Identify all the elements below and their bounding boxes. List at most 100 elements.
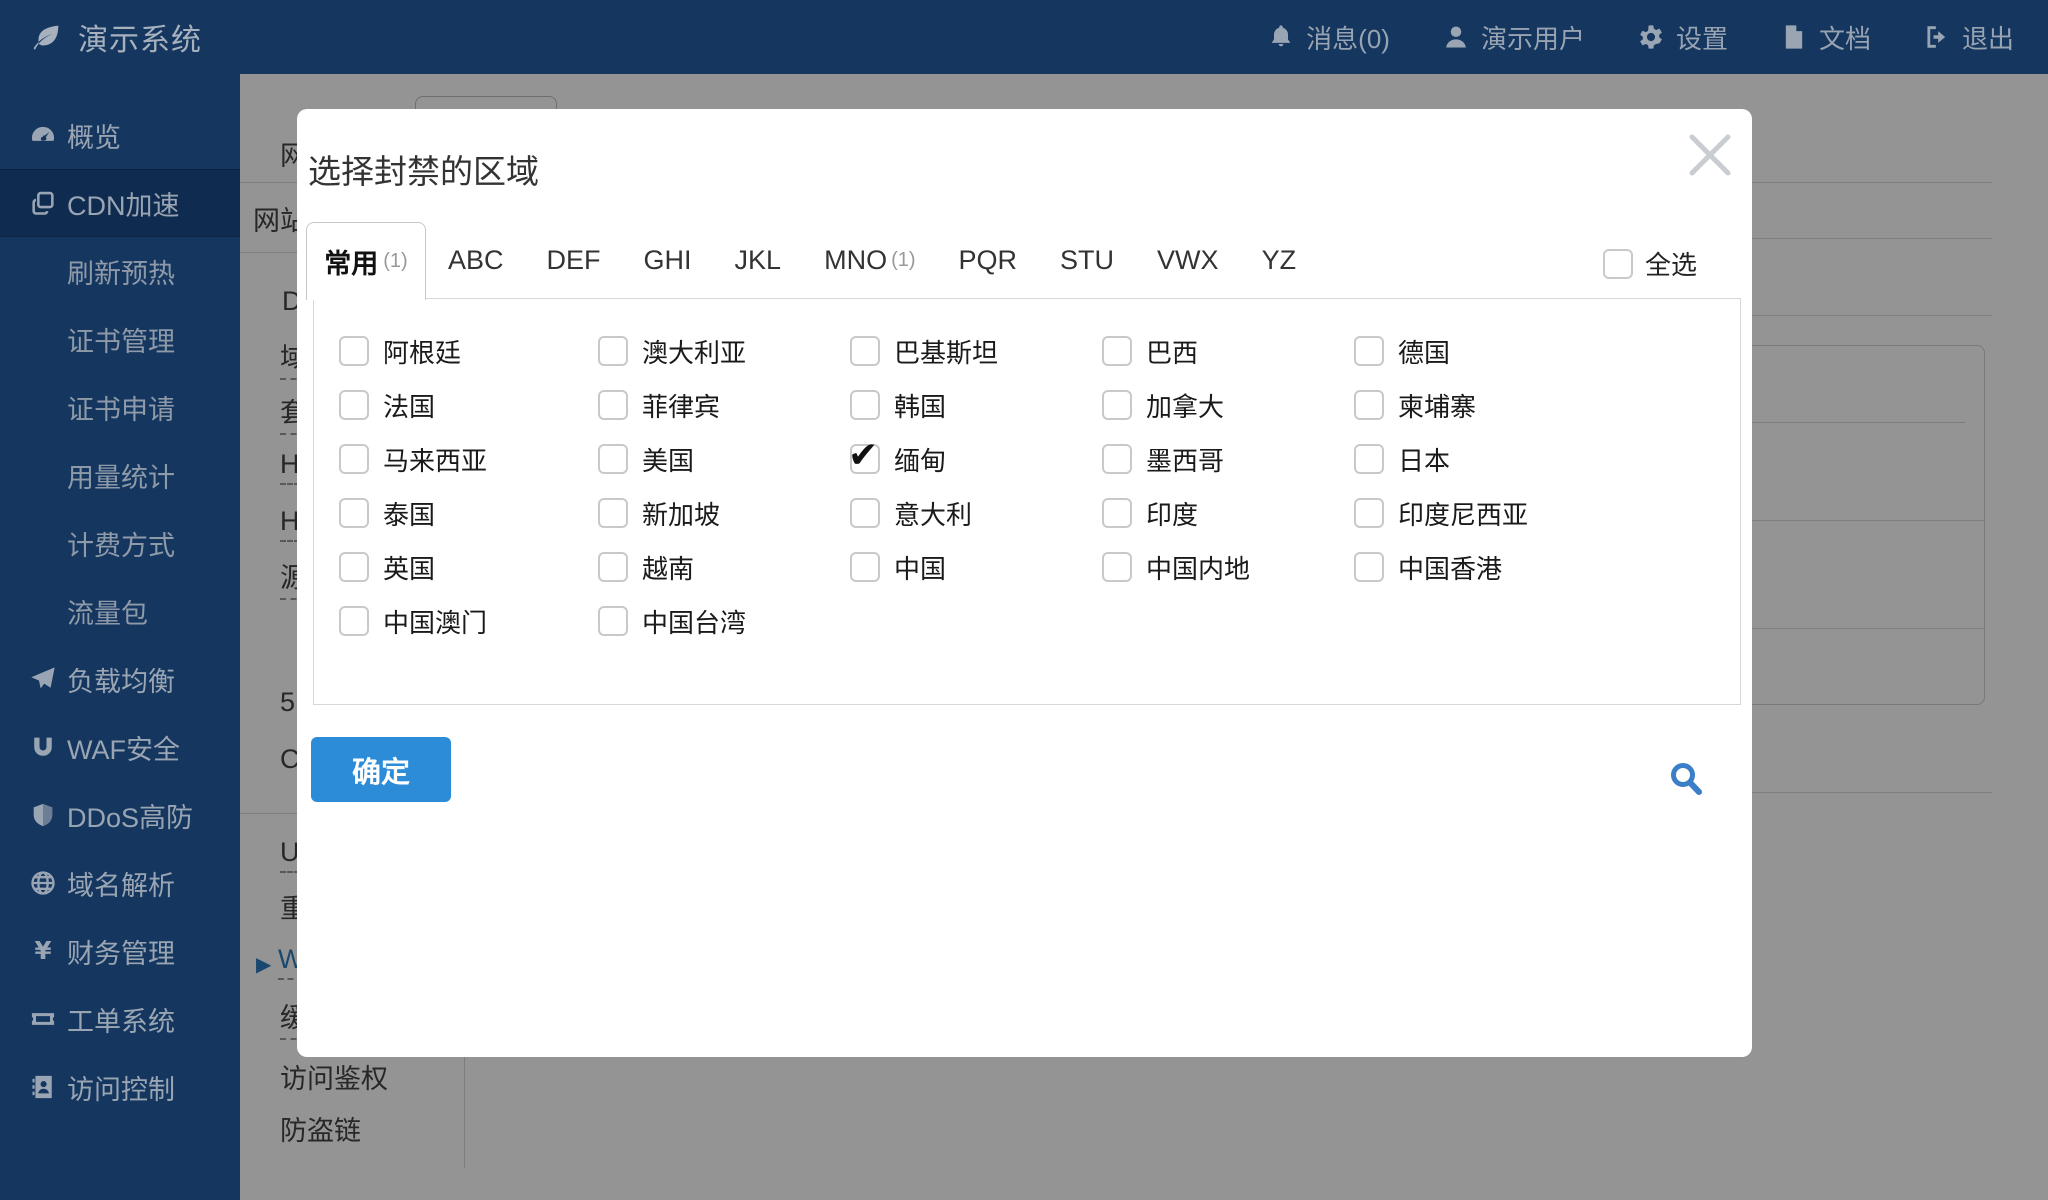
address-book-icon — [29, 1073, 57, 1101]
nav-item-label: 消息(0) — [1306, 19, 1390, 56]
country-checkbox-缅甸[interactable]: ✔缅甸 — [850, 441, 1102, 478]
globe-icon — [29, 869, 57, 897]
checkbox[interactable] — [598, 498, 628, 528]
tab-common[interactable]: 常用 (1) — [306, 222, 426, 300]
checkbox[interactable] — [598, 552, 628, 582]
checkbox[interactable] — [1354, 498, 1384, 528]
sidebar-subitem-用量统计[interactable]: 用量统计 — [0, 441, 240, 509]
country-checkbox-日本[interactable]: 日本 — [1354, 441, 1740, 478]
checkbox[interactable] — [339, 444, 369, 474]
country-checkbox-巴基斯坦[interactable]: 巴基斯坦 — [850, 333, 1102, 370]
sidebar-item-负载均衡[interactable]: 负载均衡 — [0, 645, 240, 713]
nav-item-[interactable]: 文档 — [1780, 19, 1871, 56]
checkbox[interactable] — [598, 444, 628, 474]
country-checkbox-巴西[interactable]: 巴西 — [1102, 333, 1354, 370]
sidebar-item-域名解析[interactable]: 域名解析 — [0, 849, 240, 917]
country-checkbox-越南[interactable]: 越南 — [598, 549, 850, 586]
tab-DEF[interactable]: DEF — [547, 245, 601, 276]
tab-JKL[interactable]: JKL — [735, 245, 782, 276]
nav-item-[interactable]: 演示用户 — [1442, 19, 1585, 56]
app-brand: 演示系统 — [0, 15, 202, 59]
nav-item-[interactable]: 设置 — [1637, 19, 1728, 56]
country-checkbox-中国[interactable]: 中国 — [850, 549, 1102, 586]
checkbox[interactable] — [1102, 552, 1132, 582]
dashboard-icon — [29, 121, 57, 149]
checkbox[interactable] — [850, 390, 880, 420]
country-checkbox-中国台湾[interactable]: 中国台湾 — [598, 603, 850, 640]
country-checkbox-中国香港[interactable]: 中国香港 — [1354, 549, 1740, 586]
checkbox[interactable] — [1102, 444, 1132, 474]
tab-bar: ABC DEF GHI JKL MNO(1) PQR STU VWX YZ — [448, 222, 1296, 299]
checkbox-checked[interactable]: ✔ — [850, 444, 880, 474]
checkbox[interactable] — [850, 552, 880, 582]
close-icon[interactable] — [1687, 132, 1733, 178]
country-checkbox-墨西哥[interactable]: 墨西哥 — [1102, 441, 1354, 478]
checkbox[interactable] — [598, 336, 628, 366]
country-checkbox-美国[interactable]: 美国 — [598, 441, 850, 478]
checkbox[interactable] — [850, 336, 880, 366]
country-checkbox-马来西亚[interactable]: 马来西亚 — [339, 441, 598, 478]
user-icon — [1442, 23, 1470, 51]
sidebar-item-CDN加速[interactable]: CDN加速 — [0, 169, 240, 237]
nav-item-[interactable]: 退出 — [1923, 19, 2014, 56]
country-checkbox-中国澳门[interactable]: 中国澳门 — [339, 603, 598, 640]
checkbox[interactable] — [339, 552, 369, 582]
country-checkbox-加拿大[interactable]: 加拿大 — [1102, 387, 1354, 424]
sidebar: 概览CDN加速刷新预热证书管理证书申请用量统计计费方式流量包负载均衡WAF安全D… — [0, 74, 240, 1200]
country-checkbox-印度[interactable]: 印度 — [1102, 495, 1354, 532]
checkbox[interactable] — [1603, 249, 1633, 279]
confirm-button[interactable]: 确定 — [311, 737, 451, 802]
tab-STU[interactable]: STU — [1060, 245, 1114, 276]
checkbox[interactable] — [1354, 444, 1384, 474]
sidebar-subitem-流量包[interactable]: 流量包 — [0, 577, 240, 645]
sidebar-item-概览[interactable]: 概览 — [0, 101, 240, 169]
nav-item-0[interactable]: 消息(0) — [1267, 19, 1390, 56]
country-checkbox-韩国[interactable]: 韩国 — [850, 387, 1102, 424]
tab-PQR[interactable]: PQR — [959, 245, 1018, 276]
checkbox[interactable] — [1102, 390, 1132, 420]
tab-MNO[interactable]: MNO(1) — [824, 245, 915, 276]
country-checkbox-泰国[interactable]: 泰国 — [339, 495, 598, 532]
checkbox[interactable] — [598, 390, 628, 420]
tab-VWX[interactable]: VWX — [1157, 245, 1219, 276]
sidebar-subitem-计费方式[interactable]: 计费方式 — [0, 509, 240, 577]
select-all-checkbox[interactable]: 全选 — [1603, 245, 1697, 282]
checkbox[interactable] — [339, 498, 369, 528]
country-checkbox-中国内地[interactable]: 中国内地 — [1102, 549, 1354, 586]
checkbox[interactable] — [598, 606, 628, 636]
sidebar-item-WAF安全[interactable]: WAF安全 — [0, 713, 240, 781]
sidebar-subitem-证书申请[interactable]: 证书申请 — [0, 373, 240, 441]
checkbox[interactable] — [339, 390, 369, 420]
country-checkbox-澳大利亚[interactable]: 澳大利亚 — [598, 333, 850, 370]
sidebar-item-访问控制[interactable]: 访问控制 — [0, 1053, 240, 1121]
checkbox[interactable] — [1354, 552, 1384, 582]
tab-GHI[interactable]: GHI — [644, 245, 692, 276]
tab-YZ[interactable]: YZ — [1262, 245, 1297, 276]
checkbox[interactable] — [1354, 336, 1384, 366]
checkbox[interactable] — [850, 498, 880, 528]
country-checkbox-新加坡[interactable]: 新加坡 — [598, 495, 850, 532]
checkbox[interactable] — [1102, 498, 1132, 528]
checkbox[interactable] — [1102, 336, 1132, 366]
dialog-title: 选择封禁的区域 — [308, 145, 539, 193]
country-checkbox-阿根廷[interactable]: 阿根廷 — [339, 333, 598, 370]
country-checkbox-德国[interactable]: 德国 — [1354, 333, 1740, 370]
checkbox[interactable] — [1354, 390, 1384, 420]
country-checkbox-法国[interactable]: 法国 — [339, 387, 598, 424]
region-block-dialog: 选择封禁的区域 常用 (1) ABC DEF GHI JKL MNO(1) PQR STU V… — [297, 109, 1752, 1057]
sidebar-subitem-证书管理[interactable]: 证书管理 — [0, 305, 240, 373]
country-checkbox-英国[interactable]: 英国 — [339, 549, 598, 586]
sidebar-item-DDoS高防[interactable]: DDoS高防 — [0, 781, 240, 849]
country-checkbox-印度尼西亚[interactable]: 印度尼西亚 — [1354, 495, 1740, 532]
country-checkbox-意大利[interactable]: 意大利 — [850, 495, 1102, 532]
tab-ABC[interactable]: ABC — [448, 245, 504, 276]
sidebar-item-工单系统[interactable]: 工单系统 — [0, 985, 240, 1053]
country-checkbox-菲律宾[interactable]: 菲律宾 — [598, 387, 850, 424]
bell-icon — [1267, 23, 1295, 51]
checkbox[interactable] — [339, 606, 369, 636]
sidebar-item-财务管理[interactable]: ¥财务管理 — [0, 917, 240, 985]
search-icon[interactable] — [1668, 761, 1706, 799]
sidebar-subitem-刷新预热[interactable]: 刷新预热 — [0, 237, 240, 305]
checkbox[interactable] — [339, 336, 369, 366]
country-checkbox-柬埔寨[interactable]: 柬埔寨 — [1354, 387, 1740, 424]
